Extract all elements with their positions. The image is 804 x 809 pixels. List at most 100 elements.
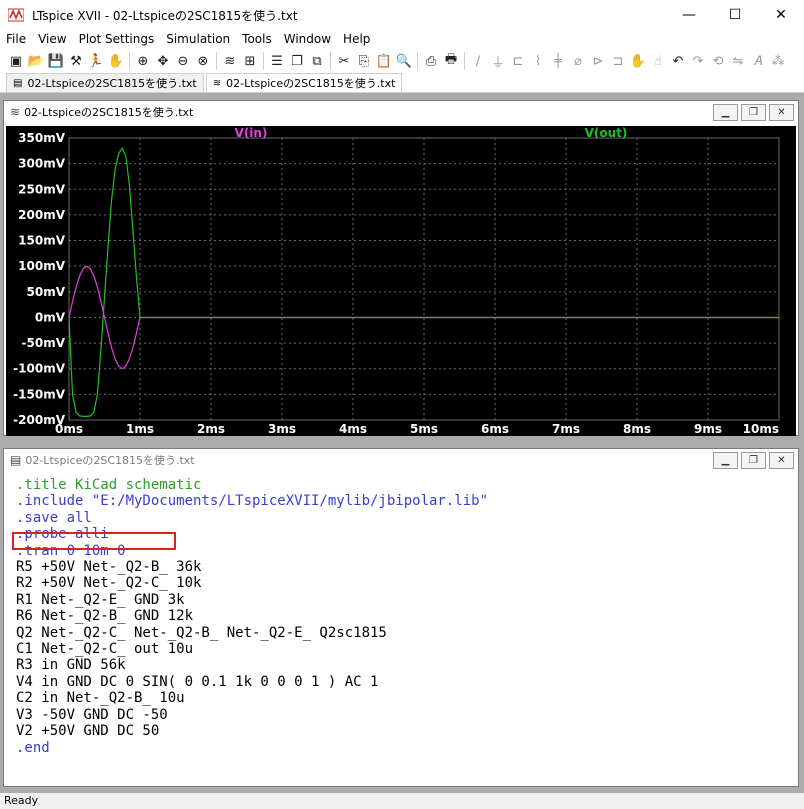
cut-icon[interactable]: ✂: [334, 51, 354, 71]
waveform-restore-button[interactable]: ❐: [741, 103, 766, 121]
document-tabs: ▤ 02-Ltspiceの2SC1815を使う.txt ≋ 02-Ltspice…: [0, 73, 804, 93]
x-tick-label: 6ms: [481, 422, 509, 436]
diode-icon[interactable]: ⊳: [588, 51, 608, 71]
netlist-window-title: 02-Ltspiceの2SC1815を使う.txt: [25, 454, 195, 467]
legend-label: V(in): [235, 126, 268, 140]
y-tick-label: 0mV: [35, 310, 66, 324]
print-setup-icon[interactable]: ⎙: [421, 51, 441, 71]
ltspice-logo-icon: [8, 8, 24, 22]
netlist-line: R6 Net-_Q2-B_ GND 12k: [16, 608, 194, 625]
rotate-icon[interactable]: ⟲: [708, 51, 728, 71]
window-title: LTspice XVII - 02-Ltspiceの2SC1815を使う.txt: [32, 8, 298, 23]
zoom-out-icon[interactable]: ⊖: [173, 51, 193, 71]
tile-horizontal-icon[interactable]: ☰: [267, 51, 287, 71]
menu-window[interactable]: Window: [278, 30, 337, 49]
status-bar: Ready: [0, 793, 804, 809]
undo-icon[interactable]: ↶: [668, 51, 688, 71]
y-tick-label: -150mV: [13, 387, 66, 401]
toolbar-separator: [263, 52, 264, 70]
netlist-line: .end: [16, 739, 50, 756]
y-tick-label: 150mV: [18, 234, 66, 248]
open-icon[interactable]: 📂: [26, 51, 46, 71]
toolbar: ▣ 📂 💾 ⚒ 🏃 ✋ ⊕ ✥ ⊖ ⊗ ≋ ⊞ ☰ ❐ ⧉ ✂ ⎘ 📋 🔍 ⎙ …: [0, 49, 804, 73]
capacitor-icon[interactable]: ╪: [548, 51, 568, 71]
netlist-close-button[interactable]: ✕: [769, 451, 794, 469]
x-tick-label: 3ms: [268, 422, 296, 436]
toolbar-separator: [417, 52, 418, 70]
label-icon[interactable]: ⊏: [508, 51, 528, 71]
y-tick-label: -50mV: [22, 336, 66, 350]
menu-file[interactable]: File: [0, 30, 32, 49]
spice-directive-icon[interactable]: ⁂: [768, 51, 788, 71]
menu-view[interactable]: View: [32, 30, 72, 49]
run-icon[interactable]: ▣: [6, 51, 26, 71]
save-icon[interactable]: 💾: [46, 51, 66, 71]
tile-vertical-icon[interactable]: ⧉: [307, 51, 327, 71]
netlist-minimize-button[interactable]: ▁: [713, 451, 738, 469]
netlist-line: .save all: [16, 509, 92, 526]
waveform-minimize-button[interactable]: ▁: [713, 103, 738, 121]
zoom-pan-icon[interactable]: ✥: [153, 51, 173, 71]
netlist-restore-button[interactable]: ❐: [741, 451, 766, 469]
waveform-chart[interactable]: 350mV 300mV 250mV 200mV 150mV 100mV 50mV 0mV -50…: [6, 126, 796, 436]
mdi-area: ≋ 02-Ltspiceの2SC1815を使う.txt ▁ ❐ ✕ 350mV 3…: [0, 93, 804, 793]
x-tick-label: 4ms: [339, 422, 367, 436]
resistor-icon[interactable]: ⌇: [528, 51, 548, 71]
zoom-in-icon[interactable]: ⊕: [133, 51, 153, 71]
toolbar-separator: [216, 52, 217, 70]
menu-simulation[interactable]: Simulation: [160, 30, 236, 49]
cascade-icon[interactable]: ❐: [287, 51, 307, 71]
print-icon[interactable]: 🖶: [441, 51, 461, 71]
run-sim-icon[interactable]: 🏃: [86, 51, 106, 71]
wire-icon[interactable]: ∕: [468, 51, 488, 71]
netlist-line: V2 +50V GND DC 50: [16, 723, 160, 740]
tab-document-2[interactable]: ≋ 02-Ltspiceの2SC1815を使う.txt: [205, 73, 403, 92]
drag-icon[interactable]: ☝: [648, 51, 668, 71]
toolbar-separator: [330, 52, 331, 70]
menu-help[interactable]: Help: [337, 30, 376, 49]
x-tick-label: 7ms: [552, 422, 580, 436]
ground-icon[interactable]: ⏚: [488, 51, 508, 71]
waveform-plot[interactable]: 350mV 300mV 250mV 200mV 150mV 100mV 50mV 0mV -50…: [6, 126, 796, 436]
y-tick-label: 350mV: [18, 131, 66, 145]
halt-icon[interactable]: ✋: [106, 51, 126, 71]
netlist-line: C2 in Net-_Q2-B_ 10u: [16, 690, 185, 707]
document-icon: ▤: [13, 77, 23, 89]
waveform-close-button[interactable]: ✕: [769, 103, 794, 121]
menu-bar: File View Plot Settings Simulation Tools…: [0, 30, 804, 49]
component-icon[interactable]: ⊐: [608, 51, 628, 71]
x-tick-label: 10ms: [743, 422, 779, 436]
maximize-button[interactable]: ☐: [712, 0, 758, 30]
inductor-icon[interactable]: ⌀: [568, 51, 588, 71]
netlist-line: V3 -50V GND DC -50: [16, 706, 168, 723]
waveform-icon: ≋: [10, 105, 21, 119]
paste-icon[interactable]: 📋: [374, 51, 394, 71]
menu-plot-settings[interactable]: Plot Settings: [73, 30, 161, 49]
waveform-window: ≋ 02-Ltspiceの2SC1815を使う.txt ▁ ❐ ✕ 350mV 3…: [3, 100, 799, 436]
tab-document-1[interactable]: ▤ 02-Ltspiceの2SC1815を使う.txt: [6, 73, 204, 92]
find-icon[interactable]: 🔍: [394, 51, 414, 71]
document-icon: ▤: [10, 453, 22, 467]
netlist-window: ▤ 02-Ltspiceの2SC1815を使う.txt ▁ ❐ ✕ .title…: [3, 448, 799, 787]
netlist-window-titlebar[interactable]: ▤ 02-Ltspiceの2SC1815を使う.txt ▁ ❐ ✕: [4, 449, 798, 471]
close-button[interactable]: ✕: [758, 0, 804, 30]
zoom-cancel-icon[interactable]: ⊗: [193, 51, 213, 71]
tab-label: 02-Ltspiceの2SC1815を使う.txt: [27, 77, 197, 90]
control-panel-icon[interactable]: ⚒: [66, 51, 86, 71]
minimize-button[interactable]: —: [666, 0, 712, 30]
netlist-editor[interactable]: .title KiCad schematic .include "E:/MyDoc…: [6, 474, 796, 784]
mirror-icon[interactable]: ⇋: [728, 51, 748, 71]
copy-icon[interactable]: ⎘: [354, 51, 374, 71]
text-icon[interactable]: 𝐴: [748, 51, 768, 71]
netlist-line: C1 Net-_Q2-C_ out 10u: [16, 641, 194, 658]
waveform-window-titlebar[interactable]: ≋ 02-Ltspiceの2SC1815を使う.txt ▁ ❐ ✕: [4, 101, 798, 123]
highlight-box: [12, 532, 176, 550]
autorange-icon[interactable]: ≋: [220, 51, 240, 71]
waveform-icon: ≋: [212, 77, 222, 89]
netlist-line: R1 Net-_Q2-E_ GND 3k: [16, 591, 185, 608]
netlist-line: R2 +50V Net-_Q2-C_ 10k: [16, 575, 202, 592]
redo-icon[interactable]: ↷: [688, 51, 708, 71]
menu-tools[interactable]: Tools: [236, 30, 278, 49]
plot-settings-icon[interactable]: ⊞: [240, 51, 260, 71]
move-icon[interactable]: ✋: [628, 51, 648, 71]
